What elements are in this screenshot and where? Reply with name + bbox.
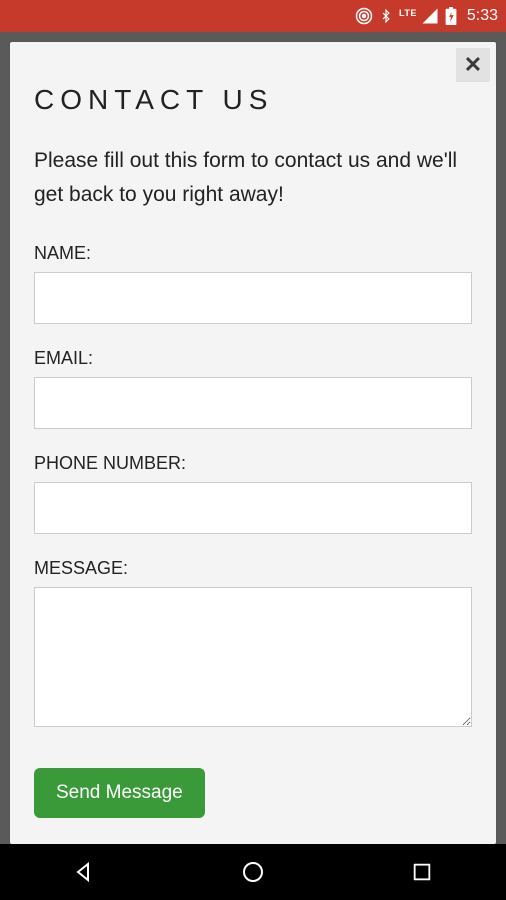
modal-intro: Please fill out this form to contact us … (34, 144, 472, 211)
lte-label: LTE (399, 8, 417, 18)
android-nav-bar (0, 844, 506, 900)
clock: 5:33 (467, 7, 498, 25)
close-button[interactable]: ✕ (456, 48, 490, 82)
contact-modal: ✕ CONTACT US Please fill out this form t… (10, 42, 496, 844)
message-input[interactable] (34, 587, 472, 727)
send-button[interactable]: Send Message (34, 768, 205, 818)
nav-back-button[interactable] (70, 858, 98, 886)
modal-title: CONTACT US (34, 84, 472, 116)
email-input[interactable] (34, 377, 472, 429)
phone-input[interactable] (34, 482, 472, 534)
hotspot-icon (355, 7, 373, 25)
name-label: NAME: (34, 243, 472, 264)
android-status-bar: LTE 5:33 (0, 0, 506, 32)
signal-icon (421, 7, 439, 25)
message-label: MESSAGE: (34, 558, 472, 579)
name-input[interactable] (34, 272, 472, 324)
app-background: ✕ CONTACT US Please fill out this form t… (0, 32, 506, 844)
nav-recent-button[interactable] (408, 858, 436, 886)
close-icon: ✕ (464, 52, 482, 78)
battery-charging-icon (445, 7, 457, 25)
email-label: EMAIL: (34, 348, 472, 369)
bluetooth-icon (379, 7, 393, 25)
phone-label: PHONE NUMBER: (34, 453, 472, 474)
nav-home-button[interactable] (239, 858, 267, 886)
